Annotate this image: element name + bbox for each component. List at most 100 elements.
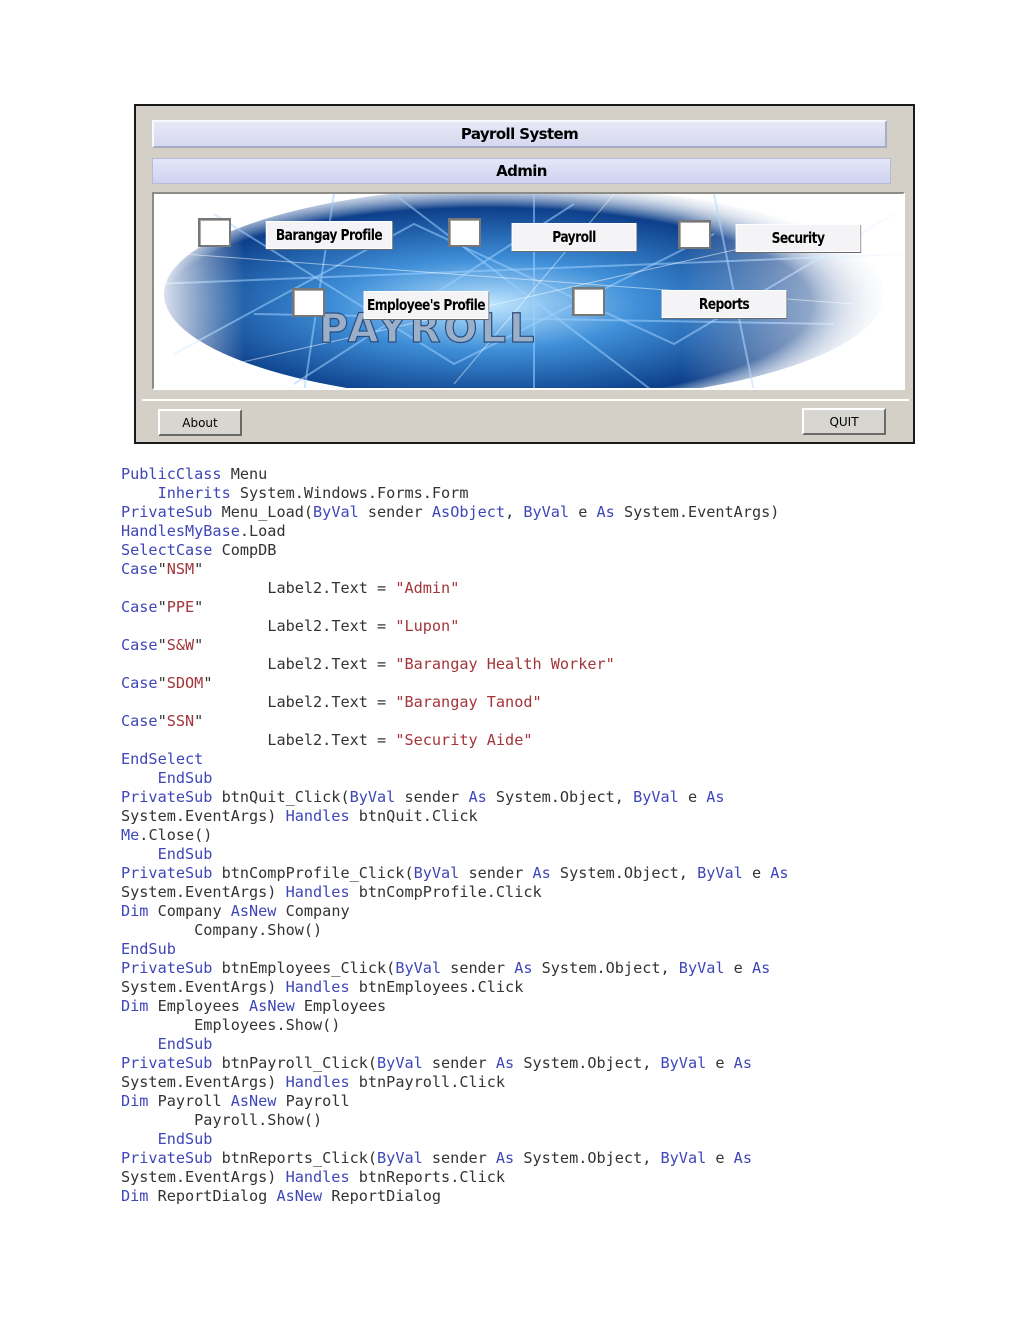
security-button[interactable]: Security	[735, 224, 861, 252]
code-text: e	[742, 864, 771, 882]
code-keyword: ByVal	[377, 1149, 423, 1167]
code-line: EndSub	[121, 1130, 789, 1149]
code-text: btnQuit_Click(	[212, 788, 350, 806]
employee-profile-icon-box[interactable]	[292, 288, 325, 317]
code-text: sender	[459, 864, 533, 882]
code-line: PrivateSub Menu_Load(ByVal sender AsObje…	[121, 503, 789, 522]
code-line: EndSub	[121, 940, 789, 959]
code-keyword: As	[532, 864, 551, 882]
code-keyword: Case	[121, 636, 158, 654]
code-keyword: ByVal	[313, 503, 359, 521]
code-text: ReportDialog	[148, 1187, 277, 1205]
code-text: System.Windows.Forms.Form	[230, 484, 469, 502]
reports-button[interactable]: Reports	[661, 290, 787, 318]
code-keyword: AsNew	[230, 902, 277, 920]
code-keyword: SelectCase	[121, 541, 213, 559]
code-keyword: EndSub	[157, 845, 213, 863]
code-text: Employees	[148, 997, 250, 1015]
code-keyword: PrivateSub	[121, 1149, 213, 1167]
code-text: btnEmployees.Click	[349, 978, 524, 996]
code-keyword: ByVal	[678, 959, 725, 977]
code-string: "Lupon"	[395, 617, 460, 635]
payroll-button[interactable]: Payroll	[511, 223, 637, 251]
code-keyword: Handles	[285, 807, 350, 825]
code-line: Payroll.Show()	[121, 1111, 789, 1130]
code-line: System.EventArgs) Handles btnReports.Cli…	[121, 1168, 789, 1187]
code-text: btnPayroll_Click(	[212, 1054, 378, 1072]
code-keyword: EndSub	[157, 1130, 213, 1148]
code-text: btnEmployees_Click(	[212, 959, 396, 977]
code-keyword: ByVal	[395, 959, 442, 977]
code-text: Label2.Text =	[267, 693, 396, 711]
barangay-profile-button[interactable]: Barangay Profile	[265, 221, 393, 249]
code-line: Me.Close()	[121, 826, 789, 845]
code-text: Company	[276, 902, 350, 920]
source-code-listing: PublicClass Menu Inherits System.Windows…	[121, 465, 789, 1206]
code-keyword: EndSub	[121, 940, 176, 958]
code-text: Employees.Show()	[194, 1016, 341, 1034]
code-keyword: As	[733, 1149, 752, 1167]
code-keyword: PrivateSub	[121, 959, 213, 977]
security-icon-box[interactable]	[678, 220, 711, 249]
code-keyword: EndSub	[157, 769, 213, 787]
code-keyword: HandlesMyBase	[121, 522, 240, 540]
code-text: Payroll	[276, 1092, 350, 1110]
code-line: Case"PPE"	[121, 598, 789, 617]
code-text: e	[706, 1054, 734, 1072]
code-keyword: Case	[121, 598, 158, 616]
quit-button[interactable]: QUIT	[802, 408, 886, 435]
about-button[interactable]: About	[158, 409, 242, 436]
code-keyword: PrivateSub	[121, 864, 213, 882]
code-keyword: EndSelect	[121, 750, 204, 768]
code-string: "Barangay Tanod"	[395, 693, 542, 711]
code-text: btnCompProfile_Click(	[212, 864, 414, 882]
code-text: ,	[505, 503, 524, 521]
code-text: sender	[441, 959, 515, 977]
code-keyword: As	[751, 959, 771, 977]
code-text: "	[157, 636, 167, 654]
code-text: System.EventArgs)	[614, 503, 780, 521]
reports-icon-box[interactable]	[572, 287, 605, 316]
code-text: System.Object,	[550, 864, 698, 882]
code-keyword: AsNew	[276, 1187, 323, 1205]
code-text: "	[194, 560, 204, 578]
code-text: e	[678, 788, 707, 806]
role-label: Admin	[152, 158, 891, 184]
code-keyword: Handles	[285, 1073, 350, 1091]
code-line: Label2.Text = "Admin"	[121, 579, 789, 598]
code-keyword: As	[495, 1054, 515, 1072]
code-text: e	[724, 959, 752, 977]
code-keyword: Case	[121, 712, 158, 730]
code-text: Company	[148, 902, 231, 920]
code-line: Label2.Text = "Security Aide"	[121, 731, 789, 750]
code-text: System.EventArgs)	[121, 978, 286, 996]
code-text: sender	[358, 503, 432, 521]
code-text: System.Object,	[514, 1149, 661, 1167]
code-keyword: AsNew	[249, 997, 295, 1015]
code-text: "	[157, 674, 167, 692]
code-line: Label2.Text = "Lupon"	[121, 617, 789, 636]
code-line: PrivateSub btnCompProfile_Click( ByVal se…	[121, 864, 789, 883]
code-line: EndSub	[121, 769, 789, 788]
code-string: "Admin"	[395, 579, 460, 597]
code-line: Label2.Text = "Barangay Tanod"	[121, 693, 789, 712]
barangay-profile-icon-box[interactable]	[198, 218, 231, 247]
code-string: NSM	[166, 560, 195, 578]
code-text: btnReports.Click	[349, 1168, 506, 1186]
code-text: sender	[422, 1149, 496, 1167]
code-line: Case"SSN"	[121, 712, 789, 731]
code-keyword: ByVal	[697, 864, 743, 882]
code-text: Label2.Text =	[267, 579, 396, 597]
employee-profile-button[interactable]: Employee's Profile	[363, 291, 489, 319]
payroll-icon-box[interactable]	[448, 218, 481, 247]
code-string: "Barangay Health Worker"	[395, 655, 615, 673]
code-text: e	[569, 503, 597, 521]
form-title: Payroll System	[152, 120, 887, 148]
code-string: SSN	[166, 712, 195, 730]
